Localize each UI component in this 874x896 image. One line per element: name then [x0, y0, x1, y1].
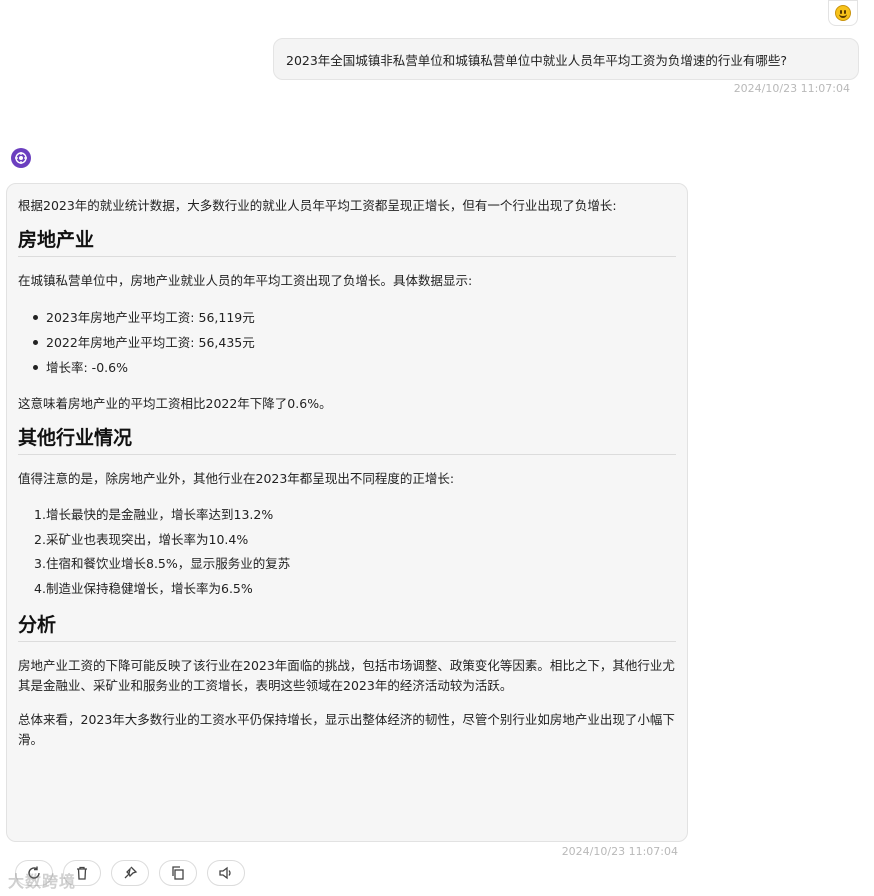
- section-paragraph: 在城镇私营单位中，房地产业就业人员的年平均工资出现了负增长。具体数据显示:: [18, 273, 473, 288]
- section-heading-real-estate: 房地产业: [18, 230, 676, 257]
- user-message-text: 2023年全国城镇非私营单位和城镇私营单位中就业人员年平均工资为负增速的行业有哪…: [286, 52, 787, 68]
- speaker-button[interactable]: [207, 860, 245, 886]
- list-item: 4. 制造业保持稳健增长，增长率为6.5%: [34, 580, 253, 596]
- regenerate-icon: [28, 866, 40, 879]
- speaker-icon: [219, 866, 231, 880]
- section-paragraph: 值得注意的是，除房地产业外，其他行业在2023年都呈现出不同程度的正增长:: [18, 471, 455, 486]
- bullet-list: 2023年房地产业平均工资: 56,119元 2022年房地产业平均工资: 56…: [18, 305, 676, 380]
- section-heading-analysis: 分析: [18, 615, 676, 642]
- list-item: 3. 住宿和餐饮业增长8.5%，显示服务业的复苏: [34, 556, 291, 571]
- user-avatar: [828, 0, 858, 26]
- delete-button[interactable]: [63, 860, 101, 886]
- list-item: 2022年房地产业平均工资: 56,435元: [18, 330, 676, 355]
- section-heading-other-industries: 其他行业情况: [18, 428, 676, 455]
- smiley-emoji-icon: [835, 5, 851, 21]
- ai-assistant-icon: [11, 148, 31, 168]
- assistant-message-bubble: 根据2023年的就业统计数据，大多数行业的就业人员年平均工资都呈现正增长，但有一…: [6, 183, 688, 842]
- message-action-bar: [15, 860, 245, 886]
- list-item: 增长率: -0.6%: [18, 355, 676, 380]
- regenerate-button[interactable]: [15, 860, 53, 886]
- section-paragraph: 这意味着房地产业的平均工资相比2022年下降了0.6%。: [18, 396, 332, 411]
- pin-button[interactable]: [111, 860, 149, 886]
- list-item: 2023年房地产业平均工资: 56,119元: [18, 305, 676, 330]
- section-paragraph: 总体来看，2023年大多数行业的工资水平仍保持增长，显示出整体经济的韧性，尽管个…: [18, 712, 675, 747]
- user-message-bubble: 2023年全国城镇非私营单位和城镇私营单位中就业人员年平均工资为负增速的行业有哪…: [273, 38, 859, 80]
- intro-paragraph: 根据2023年的就业统计数据，大多数行业的就业人员年平均工资都呈现正增长，但有一…: [18, 198, 617, 213]
- delete-icon: [77, 866, 87, 880]
- section-paragraph: 房地产业工资的下降可能反映了该行业在2023年面临的挑战，包括市场调整、政策变化…: [18, 658, 675, 693]
- numbered-list: 1. 增长最快的是金融业，增长率达到13.2% 2. 采矿业也表现突出，增长率为10…: [18, 503, 676, 601]
- assistant-message-timestamp: 2024/10/23 11:07:04: [561, 845, 678, 858]
- copy-icon: [172, 866, 184, 880]
- pin-icon: [124, 866, 138, 879]
- copy-button[interactable]: [159, 860, 197, 886]
- list-item: 1. 增长最快的是金融业，增长率达到13.2%: [34, 507, 274, 522]
- list-item: 2. 采矿业也表现突出，增长率为10.4%: [34, 531, 249, 547]
- user-message-timestamp: 2024/10/23 11:07:04: [733, 82, 850, 95]
